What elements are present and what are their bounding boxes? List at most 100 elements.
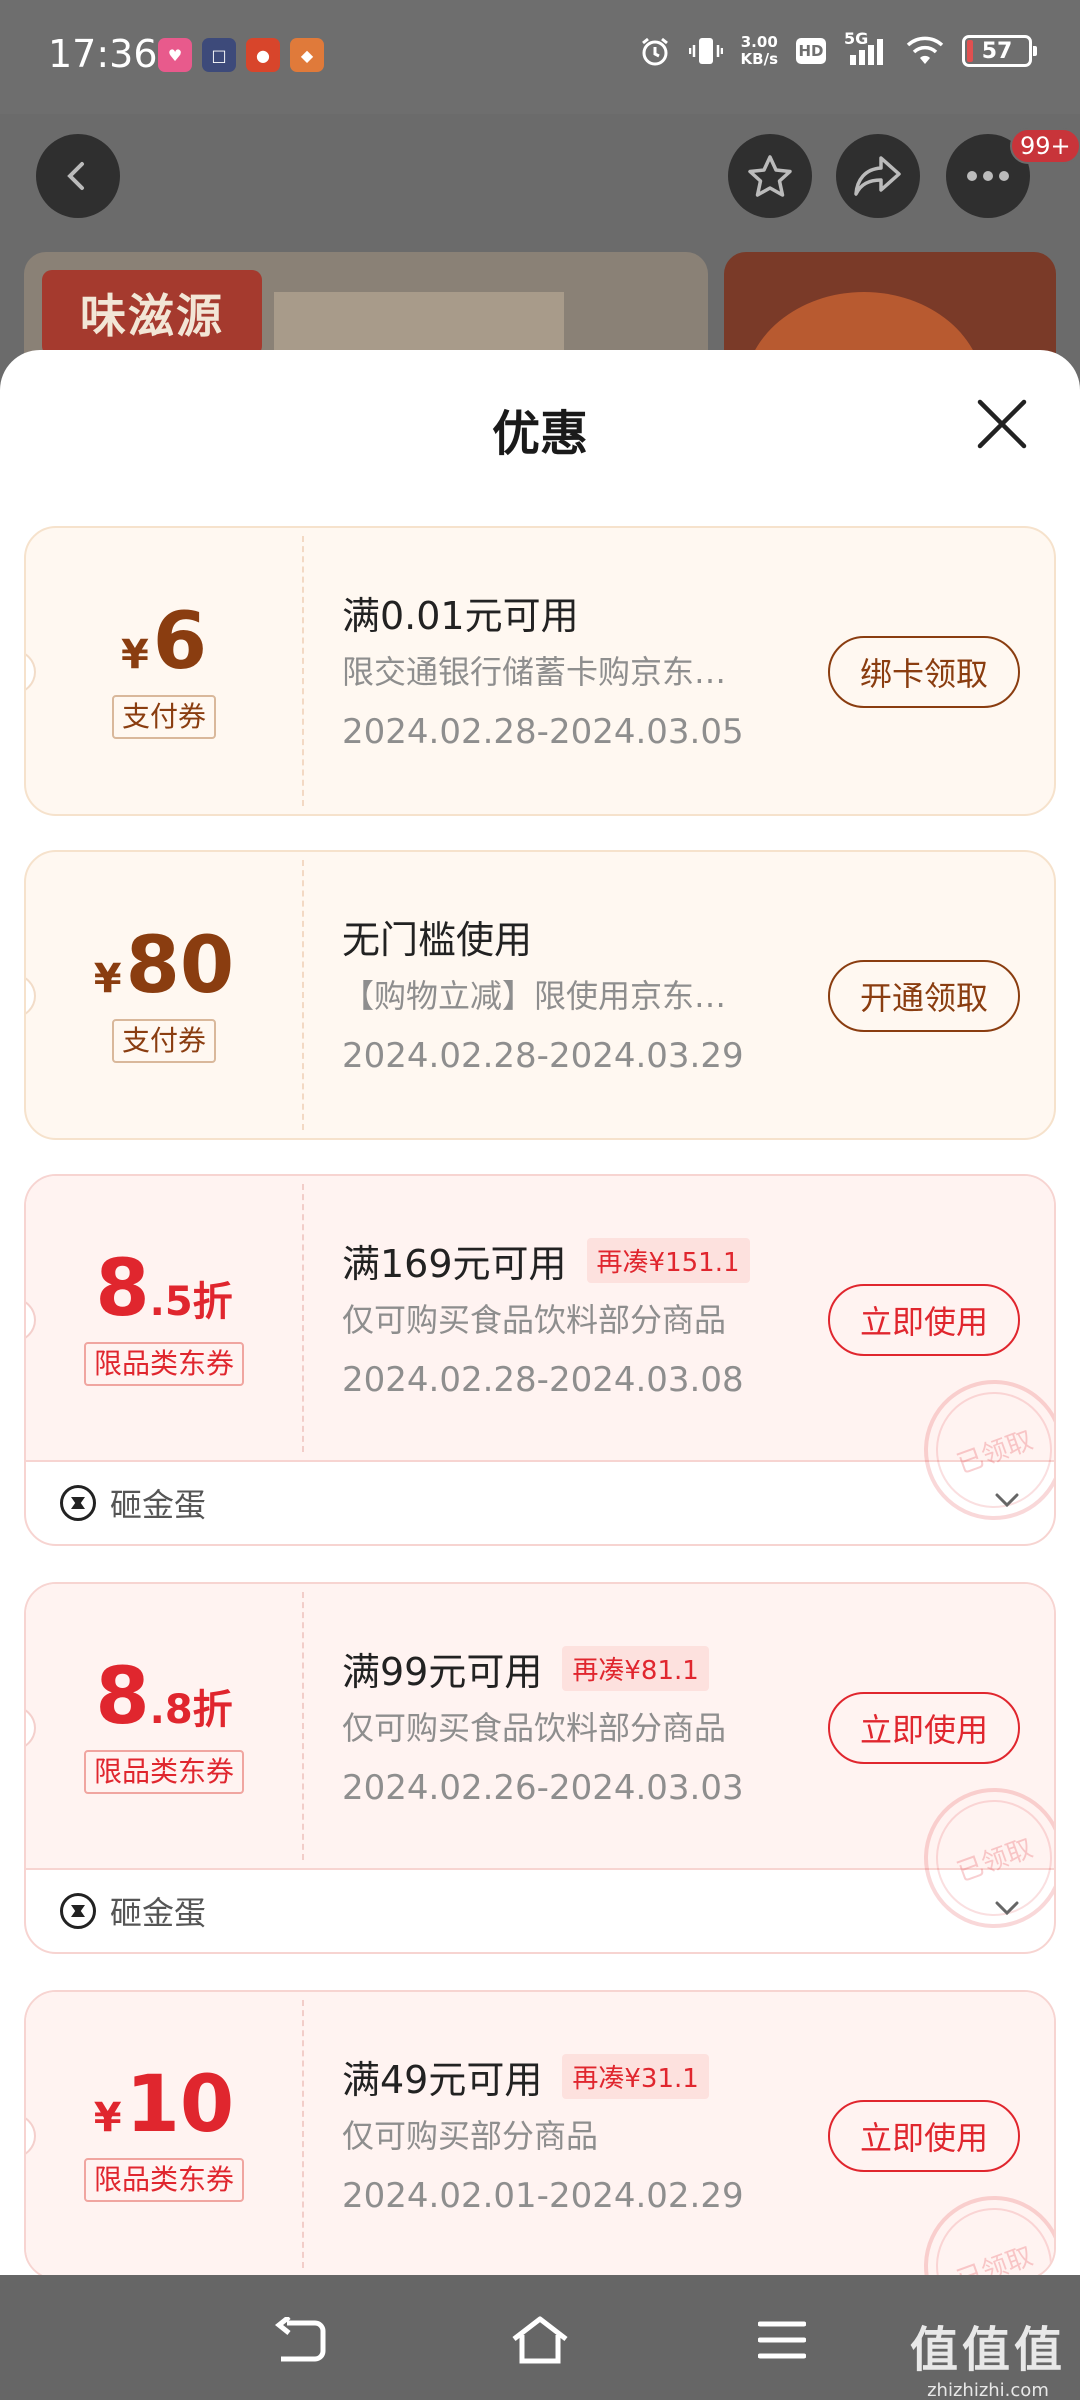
coupon-value-area: 8 .8折 限品类东券 bbox=[26, 1584, 302, 1868]
coupon-amount: 8 .5折 bbox=[95, 1250, 232, 1328]
app-notification-icon: ● bbox=[246, 38, 280, 72]
app-notification-icon: □ bbox=[202, 38, 236, 72]
coupon-main: ¥ 10 限品类东券 满49元可用 再凑¥31.1 仅可购买部分商品 2024.… bbox=[26, 1992, 1054, 2275]
coupon-amount: ¥ 10 bbox=[94, 2066, 234, 2144]
use-now-button[interactable]: 立即使用 bbox=[828, 1284, 1020, 1356]
coupon-amount-value: 6 bbox=[152, 597, 208, 687]
star-icon bbox=[748, 155, 792, 197]
use-now-button[interactable]: 立即使用 bbox=[828, 2100, 1020, 2172]
coupon-condition: 满0.01元可用 bbox=[342, 593, 579, 638]
coupon-details: 满0.01元可用 限交通银行储蓄卡购京东… 2024.02.28-2024.03… bbox=[342, 582, 822, 760]
chevron-down-icon bbox=[995, 1901, 1019, 1916]
coupon-condition-row: 满0.01元可用 bbox=[342, 582, 822, 642]
coupon-details: 满99元可用 再凑¥81.1 仅可购买食品饮料部分商品 2024.02.26-2… bbox=[342, 1638, 822, 1816]
share-button[interactable] bbox=[836, 134, 920, 218]
still-need-badge: 再凑¥151.1 bbox=[586, 1237, 750, 1283]
status-time: 17:36 bbox=[48, 32, 158, 76]
nav-menu-button[interactable] bbox=[752, 2315, 812, 2365]
coupon-date-range: 2024.02.01-2024.02.29 bbox=[342, 2176, 744, 2216]
coupon-main: ¥ 6 支付券 满0.01元可用 限交通银行储蓄卡购京东… 2024.02.28… bbox=[26, 528, 1054, 814]
extra-offer-row[interactable]: 砸金蛋 bbox=[26, 1870, 1054, 1952]
vibrate-icon bbox=[688, 38, 723, 64]
coupon-sheet: 优惠 ¥ 6 支付券 满0.01元可用 限交通银行储蓄卡购京东… 2024.02… bbox=[0, 350, 1080, 2275]
coupon-condition: 满49元可用 bbox=[342, 2057, 543, 2102]
coupon-description: 仅可购买部分商品 bbox=[342, 2117, 599, 2155]
coupon-card: ¥ 80 支付券 无门槛使用 【购物立减】限使用京东… 2024.02.28-2… bbox=[24, 850, 1056, 1140]
coupon-card: 8 .8折 限品类东券 满99元可用 再凑¥81.1 仅可购买食品饮料部分商品 … bbox=[24, 1582, 1056, 1954]
currency-symbol: ¥ bbox=[93, 2095, 122, 2141]
nav-back-button[interactable] bbox=[270, 2315, 330, 2365]
coupon-amount: ¥ 6 bbox=[121, 603, 207, 681]
chevron-down-icon bbox=[995, 1493, 1019, 1508]
coupon-condition: 无门槛使用 bbox=[342, 917, 533, 962]
coupon-type-tag: 限品类东券 bbox=[83, 2158, 244, 2202]
coupon-condition-row: 满169元可用 再凑¥151.1 bbox=[342, 1230, 822, 1290]
wifi-icon bbox=[906, 36, 944, 64]
notification-badge: 99+ bbox=[1010, 128, 1080, 164]
coupon-description: 仅可购买食品饮料部分商品 bbox=[342, 1709, 727, 1747]
coupon-card: 8 .5折 限品类东券 满169元可用 再凑¥151.1 仅可购买食品饮料部分商… bbox=[24, 1174, 1056, 1546]
coupon-divider bbox=[302, 860, 304, 1130]
watermark: 值值值 zhizhizhi.com bbox=[910, 2310, 1066, 2400]
more-dots-icon bbox=[967, 171, 1009, 181]
extra-offer-label: 砸金蛋 bbox=[110, 1894, 207, 1932]
coupon-value-area: 8 .5折 限品类东券 bbox=[26, 1176, 302, 1460]
coupon-condition-row: 无门槛使用 bbox=[342, 906, 822, 966]
coupon-amount-value: 10 bbox=[125, 2060, 235, 2150]
coupon-divider bbox=[302, 1184, 304, 1452]
claimed-stamp: 已领取 bbox=[904, 2176, 1054, 2275]
coupon-type-tag: 限品类东券 bbox=[83, 1342, 244, 1386]
currency-symbol: ¥ bbox=[93, 956, 122, 1002]
use-now-button[interactable]: 立即使用 bbox=[828, 1692, 1020, 1764]
battery-indicator: 57 bbox=[962, 35, 1037, 67]
coupon-condition: 满169元可用 bbox=[342, 1241, 567, 1286]
alarm-icon bbox=[641, 37, 668, 66]
coupon-value-area: ¥ 80 支付券 bbox=[26, 852, 302, 1138]
ticket-icon bbox=[60, 1893, 96, 1929]
coupon-description: 限交通银行储蓄卡购京东… bbox=[342, 653, 727, 691]
coupon-date-range: 2024.02.28-2024.03.08 bbox=[342, 1360, 744, 1400]
status-bar: 17:36 ♥ □ ● ◆ 3.00 KB/s HD 5G 57 bbox=[0, 0, 1080, 114]
still-need-badge: 再凑¥81.1 bbox=[562, 1645, 709, 1691]
coupon-date-range: 2024.02.28-2024.03.05 bbox=[342, 712, 744, 752]
coupon-condition-row: 满99元可用 再凑¥81.1 bbox=[342, 1638, 822, 1698]
coupon-main: 8 .5折 限品类东券 满169元可用 再凑¥151.1 仅可购买食品饮料部分商… bbox=[26, 1176, 1054, 1540]
extra-offer-row[interactable]: 砸金蛋 bbox=[26, 1462, 1054, 1544]
status-app-icons: ♥ □ ● ◆ bbox=[158, 38, 324, 72]
watermark-domain: zhizhizhi.com bbox=[927, 2380, 1049, 2400]
app-notification-icon: ◆ bbox=[290, 38, 324, 72]
shop-logo: 味滋源 bbox=[42, 270, 262, 356]
coupon-card: ¥ 6 支付券 满0.01元可用 限交通银行储蓄卡购京东… 2024.02.28… bbox=[24, 526, 1056, 816]
close-button[interactable] bbox=[974, 396, 1030, 452]
product-page-header bbox=[0, 114, 1080, 244]
discount-value: 8 bbox=[95, 1244, 150, 1334]
cellular-signal-icon: 5G bbox=[844, 29, 888, 67]
coupon-condition-row: 满49元可用 再凑¥31.1 bbox=[342, 2046, 822, 2106]
claim-button[interactable]: 绑卡领取 bbox=[828, 636, 1020, 708]
network-speed-unit: KB/s bbox=[740, 50, 778, 68]
extra-offer-label: 砸金蛋 bbox=[110, 1486, 207, 1524]
menu-icon bbox=[758, 2321, 806, 2359]
discount-suffix: .8折 bbox=[149, 1687, 233, 1733]
coupon-main: ¥ 80 支付券 无门槛使用 【购物立减】限使用京东… 2024.02.28-2… bbox=[26, 852, 1054, 1138]
back-arrow-icon bbox=[274, 2317, 326, 2362]
nav-home-button[interactable] bbox=[510, 2315, 570, 2365]
favorite-button[interactable] bbox=[728, 134, 812, 218]
coupon-date-range: 2024.02.26-2024.03.03 bbox=[342, 1768, 744, 1808]
coupon-details: 满169元可用 再凑¥151.1 仅可购买食品饮料部分商品 2024.02.28… bbox=[342, 1230, 822, 1408]
coupon-condition: 满99元可用 bbox=[342, 1649, 543, 1694]
chevron-left-icon bbox=[67, 162, 84, 190]
coupon-type-tag: 支付券 bbox=[111, 1019, 216, 1063]
hd-badge: HD bbox=[796, 38, 826, 64]
coupon-divider bbox=[302, 1592, 304, 1860]
coupon-divider bbox=[302, 2000, 304, 2268]
coupon-date-range: 2024.02.28-2024.03.29 bbox=[342, 1036, 744, 1076]
activate-claim-button[interactable]: 开通领取 bbox=[828, 960, 1020, 1032]
back-button[interactable] bbox=[36, 134, 120, 218]
close-icon bbox=[977, 399, 1027, 449]
network-speed: 3.00 KB/s bbox=[741, 34, 778, 68]
app-notification-icon: ♥ bbox=[158, 38, 192, 72]
coupon-amount: 8 .8折 bbox=[95, 1658, 232, 1736]
coupon-card: ¥ 10 限品类东券 满49元可用 再凑¥31.1 仅可购买部分商品 2024.… bbox=[24, 1990, 1056, 2275]
coupon-details: 无门槛使用 【购物立减】限使用京东… 2024.02.28-2024.03.29 bbox=[342, 906, 822, 1084]
